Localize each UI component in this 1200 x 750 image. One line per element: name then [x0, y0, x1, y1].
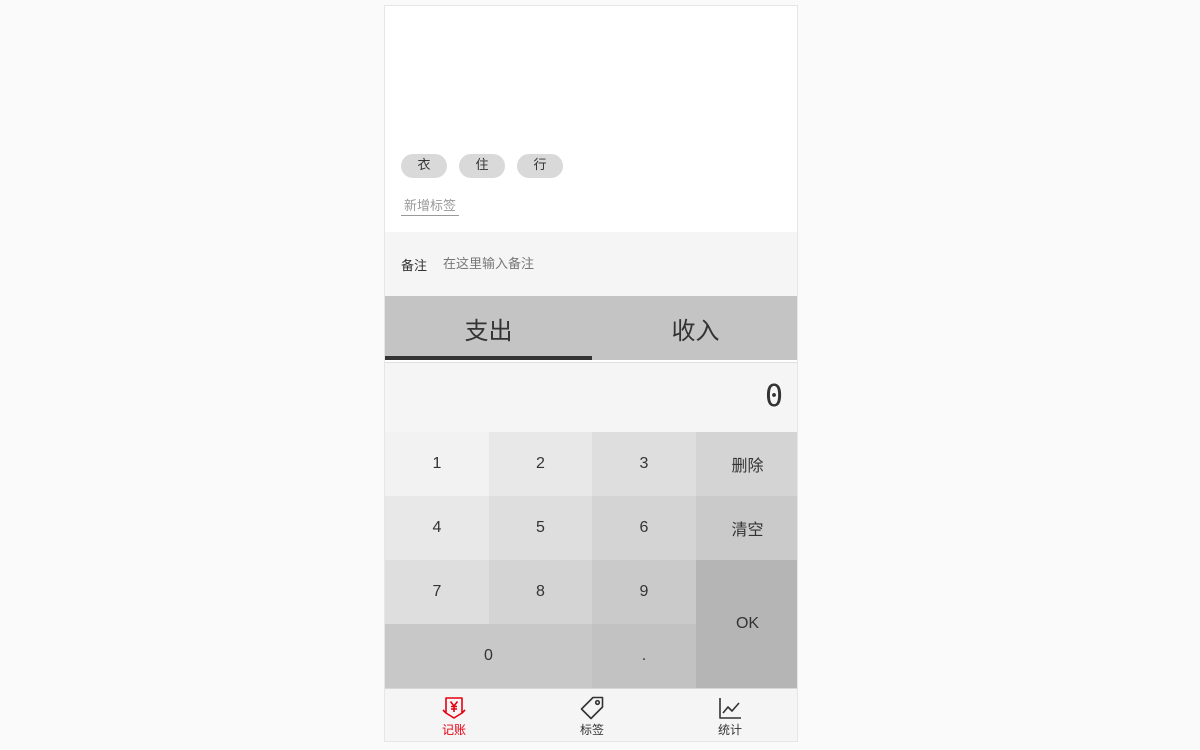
clear-button[interactable]: 清空 [696, 496, 797, 560]
nav-label: 标签 [579, 723, 604, 737]
key-5[interactable]: 5 [489, 496, 592, 560]
type-tabs: 支出 收入 [385, 296, 797, 360]
key-2[interactable]: 2 [489, 432, 592, 496]
delete-button[interactable]: 删除 [696, 432, 797, 496]
nav-item-money[interactable]: 记账 [385, 689, 523, 741]
key-0[interactable]: 0 [385, 624, 592, 688]
key-3[interactable]: 3 [592, 432, 696, 496]
number-pad: 1 2 3 删除 4 5 6 清空 7 8 9 OK 0 . [385, 432, 797, 688]
new-tag-button[interactable]: 新增标签 [401, 195, 460, 216]
tab-income[interactable]: 收入 [592, 296, 797, 360]
key-1[interactable]: 1 [385, 432, 489, 496]
notes-input[interactable] [443, 249, 764, 279]
nav-label: 统计 [717, 723, 742, 737]
tag-icon [579, 695, 605, 721]
tag-item[interactable]: 行 [517, 154, 563, 178]
bottom-nav: 记账 标签 统计 [385, 688, 797, 741]
key-decimal[interactable]: . [592, 624, 696, 688]
nav-label: 记账 [441, 723, 466, 737]
tag-item[interactable]: 住 [459, 154, 505, 178]
key-6[interactable]: 6 [592, 496, 696, 560]
notes-label: 备注 [401, 258, 428, 274]
notes-field: 备注 [385, 232, 797, 296]
key-9[interactable]: 9 [592, 560, 696, 624]
nav-item-statistics[interactable]: 统计 [661, 689, 797, 741]
tags-section: 衣 住 行 新增标签 [385, 6, 797, 232]
nav-item-labels[interactable]: 标签 [523, 689, 661, 741]
tag-list: 衣 住 行 [401, 154, 563, 178]
key-4[interactable]: 4 [385, 496, 489, 560]
tag-item[interactable]: 衣 [401, 154, 447, 178]
amount-output: 0 [385, 362, 797, 432]
key-7[interactable]: 7 [385, 560, 489, 624]
app-frame: 衣 住 行 新增标签 备注 支出 收入 0 1 2 3 删除 4 5 6 清空 … [384, 5, 798, 742]
yen-icon [441, 695, 467, 721]
key-8[interactable]: 8 [489, 560, 592, 624]
ok-button[interactable]: OK [696, 560, 797, 688]
chart-icon [717, 695, 743, 721]
tab-expense[interactable]: 支出 [385, 296, 592, 360]
